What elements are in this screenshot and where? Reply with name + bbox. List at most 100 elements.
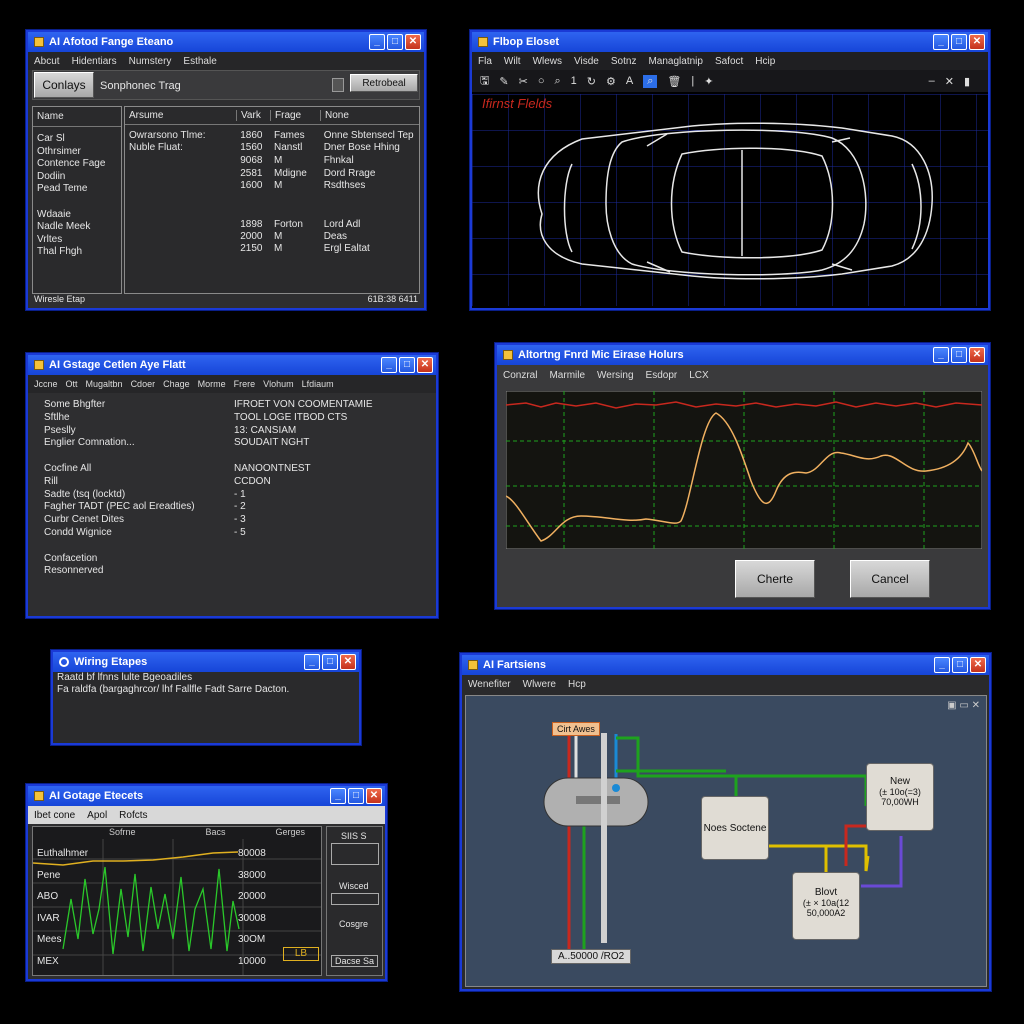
wiring-message-titlebar[interactable]: Wiring Etapes _ □ ✕ — [53, 652, 359, 672]
column-header[interactable]: Arsume — [125, 110, 237, 121]
bottom-label-box[interactable]: A..50000 /RO2 — [551, 949, 632, 964]
tab-sonphonec[interactable]: Sonphonec Trag — [100, 80, 181, 92]
menu-item[interactable]: Sotnz — [611, 56, 637, 67]
table-row[interactable]: 1600 M Rsdthses — [125, 179, 419, 192]
circle-icon[interactable]: ○ — [538, 75, 545, 87]
menu-item[interactable]: Visde — [574, 56, 599, 67]
column-header[interactable]: Vark — [237, 110, 271, 121]
list-item[interactable]: Contence Fage — [37, 158, 117, 171]
cancel-button[interactable]: Cancel — [850, 560, 930, 598]
menu-item[interactable]: Esdopr — [646, 370, 678, 381]
menu-item[interactable]: Lfdiaum — [302, 379, 334, 389]
minimize-icon[interactable]: _ — [934, 657, 950, 673]
maximize-icon[interactable]: □ — [951, 347, 967, 363]
top-label-box[interactable]: Cirt Awes — [552, 722, 600, 736]
menu-item[interactable]: Marmile — [549, 370, 585, 381]
minimize-icon[interactable]: _ — [933, 347, 949, 363]
menu-item[interactable]: Jccne — [34, 379, 58, 389]
menu-item[interactable]: Wilt — [504, 56, 521, 67]
side-field[interactable] — [331, 893, 379, 905]
close-icon[interactable]: ✕ — [366, 788, 382, 804]
menu-item[interactable]: Conzral — [503, 370, 537, 381]
list-item[interactable] — [37, 196, 117, 209]
table-row[interactable]: Owrarsono Tlme: 1860 Fames Onne Sbtensecl T… — [125, 129, 419, 142]
menu-item[interactable]: Morme — [198, 379, 226, 389]
new-box[interactable]: New (± 10o(=3) 70,00WH — [866, 763, 934, 831]
column-header[interactable]: None — [321, 110, 349, 121]
list-item[interactable]: Wdaaie — [37, 209, 117, 222]
menu-item[interactable]: Wlwere — [523, 679, 556, 690]
minimize-icon[interactable]: _ — [381, 357, 397, 373]
list-item[interactable]: Dodiin — [37, 171, 117, 184]
maximize-icon[interactable]: □ — [951, 34, 967, 50]
list-item[interactable]: Othrsimer — [37, 146, 117, 159]
cut-icon[interactable]: ✂ — [519, 75, 528, 88]
maximize-icon[interactable]: □ — [348, 788, 364, 804]
close-icon[interactable]: ✕ — [969, 347, 985, 363]
table-row[interactable]: 2581 Mdigne Dord Rrage — [125, 167, 419, 180]
menu-item[interactable]: Frere — [234, 379, 256, 389]
table-row[interactable]: 9068 M Fhnkal — [125, 154, 419, 167]
maximize-icon[interactable]: □ — [399, 357, 415, 373]
menu-item[interactable]: Rofcts — [119, 810, 147, 821]
menu-item[interactable]: Chage — [163, 379, 190, 389]
list-item[interactable]: Vrltes — [37, 234, 117, 247]
noes-soctene-box[interactable]: Noes Soctene — [701, 796, 769, 860]
minimize-icon[interactable]: _ — [330, 788, 346, 804]
menu-item[interactable]: Hcip — [755, 56, 775, 67]
table-row[interactable]: 1898 Forton Lord Adl — [125, 192, 419, 230]
menu-item[interactable]: Cdoer — [131, 379, 156, 389]
menu-item[interactable]: Esthale — [183, 56, 216, 67]
list-item[interactable]: Thal Fhgh — [37, 246, 117, 259]
side-label[interactable]: Dacse Sa — [331, 955, 379, 967]
text-icon[interactable]: A — [626, 75, 633, 87]
retrobeal-button[interactable]: Retrobeal — [350, 74, 418, 92]
menu-item[interactable]: Numstery — [129, 56, 172, 67]
bar-icon[interactable]: | — [691, 75, 694, 87]
menu-item[interactable]: Wersing — [597, 370, 634, 381]
restore-icon[interactable]: ✕ — [945, 75, 954, 88]
diagram-canvas[interactable]: ▣ ▭ ✕ Cirt Awes Noes Soctene New (± 10o(… — [465, 695, 987, 987]
minimize-icon[interactable]: – — [929, 75, 935, 87]
ok-button[interactable]: Cherte — [735, 560, 815, 598]
menu-item[interactable]: Apol — [87, 810, 107, 821]
one-icon[interactable]: 1 — [571, 75, 577, 87]
pin-icon[interactable]: ▮ — [964, 75, 970, 88]
gear-icon[interactable]: ⚙ — [606, 75, 616, 88]
details-titlebar[interactable]: AI Gstage Cetlen Aye Flatt _ □ ✕ — [28, 355, 436, 375]
minimize-icon[interactable]: _ — [933, 34, 949, 50]
pen-icon[interactable]: ✎ — [499, 75, 508, 88]
wand-icon[interactable]: ✦ — [704, 75, 713, 88]
graph-dialog-titlebar[interactable]: Altortng Fnrd Mic Eirase Holurs _ □ ✕ — [497, 345, 988, 365]
blovt-box[interactable]: Blovt (± × 10a(12 50,000A2 — [792, 872, 860, 940]
table-row[interactable]: 2150 M Ergl Ealtat — [125, 243, 419, 256]
tab-conlays[interactable]: Conlays — [34, 72, 94, 98]
close-icon[interactable]: ✕ — [417, 357, 433, 373]
menu-item[interactable]: Ott — [66, 379, 78, 389]
close-icon[interactable]: ✕ — [340, 654, 356, 670]
close-icon[interactable]: ✕ — [969, 34, 985, 50]
connector-component[interactable] — [543, 777, 649, 827]
menu-item[interactable]: Hidentiars — [72, 56, 117, 67]
lb-box[interactable]: LB — [283, 947, 319, 961]
table-row[interactable]: 2000 M Deas — [125, 230, 419, 243]
menu-item[interactable]: Safoct — [715, 56, 743, 67]
list-item[interactable]: Pead Teme — [37, 183, 117, 196]
menu-item[interactable]: LCX — [689, 370, 708, 381]
maximize-icon[interactable]: □ — [387, 34, 403, 50]
car-wireframe-canvas[interactable]: Ifirnst Flelds — [472, 94, 988, 306]
close-icon[interactable]: ✕ — [405, 34, 421, 50]
side-slider[interactable] — [331, 843, 379, 865]
menu-item[interactable]: Vlohum — [263, 379, 294, 389]
config-titlebar[interactable]: AI Afotod Fange Eteano _ □ ✕ — [28, 32, 424, 52]
menu-item[interactable]: Managlatnip — [648, 56, 702, 67]
search-icon[interactable]: ⌕ — [554, 75, 560, 88]
list-item[interactable]: Nadle Meek — [37, 221, 117, 234]
minimize-icon[interactable]: _ — [369, 34, 385, 50]
minimize-icon[interactable]: _ — [304, 654, 320, 670]
menu-item[interactable]: Ibet cone — [34, 810, 75, 821]
voltage-titlebar[interactable]: AI Gotage Etecets _ □ ✕ — [28, 786, 385, 806]
maximize-icon[interactable]: □ — [952, 657, 968, 673]
menu-item[interactable]: Mugaltbn — [86, 379, 123, 389]
maximize-icon[interactable]: □ — [322, 654, 338, 670]
